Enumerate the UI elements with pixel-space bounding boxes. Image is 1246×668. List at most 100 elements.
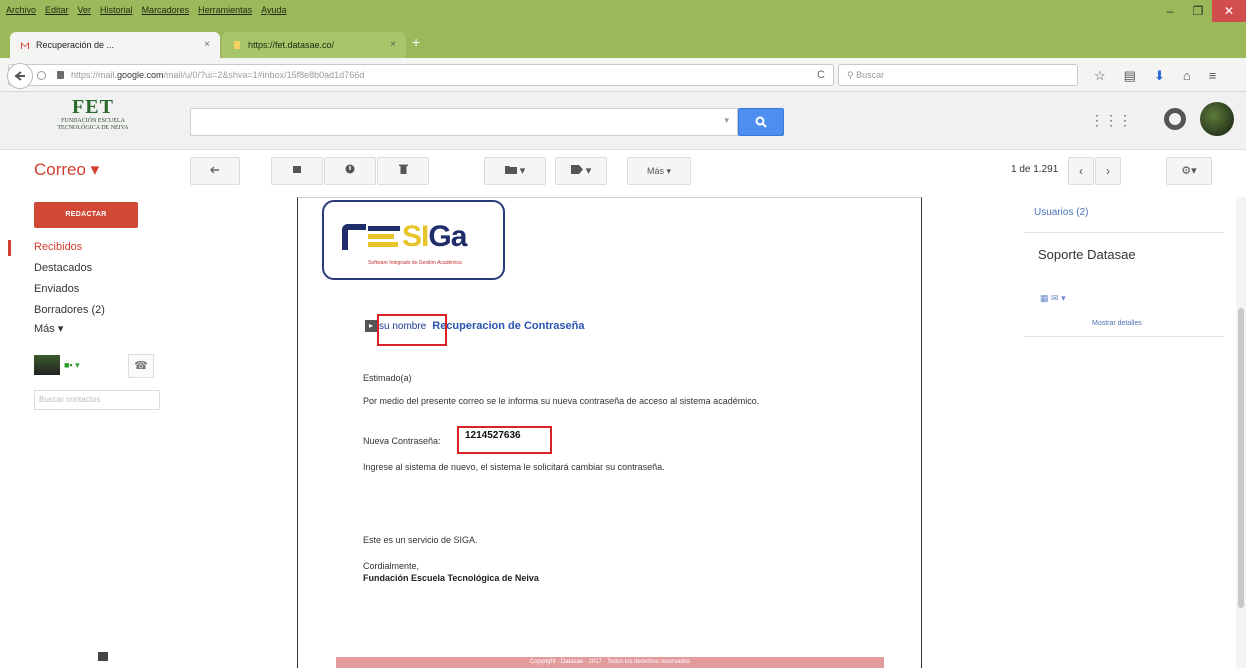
search-icon: ⚲ <box>847 70 857 80</box>
scrollbar-thumb[interactable] <box>1238 308 1244 608</box>
nav-item-enviados[interactable]: Enviados <box>34 283 79 295</box>
search-options-icon[interactable]: ▾ <box>724 115 729 126</box>
navigation-bar: https://mail.google.com/mail/u/0/?ui=2&s… <box>0 58 1246 92</box>
chevron-right-icon: › <box>1106 164 1110 178</box>
users-link[interactable]: Usuarios (2) <box>1034 207 1088 218</box>
browser-toolbar-icons: ☆ ▤ ⬇ ⌂ ≡ <box>1094 68 1216 84</box>
delete-button[interactable] <box>377 157 429 185</box>
sidebar-divider <box>1024 232 1224 233</box>
siga-logo: SIGa Software Integrado de Gestión Acadé… <box>322 200 505 280</box>
window-controls: – ❐ ✕ <box>1156 0 1246 22</box>
browser-menu-bar: Archivo Editar Ver Historial Marcadores … <box>6 5 286 15</box>
newer-button[interactable]: ‹ <box>1068 157 1094 185</box>
siga-wordmark: SIGa <box>402 220 467 253</box>
chat-icon[interactable] <box>98 652 108 661</box>
url-bar[interactable]: https://mail.google.com/mail/u/0/?ui=2&s… <box>7 63 834 89</box>
fet-logo[interactable]: FET FUNDACIÓN ESCUELA TECNOLÓGICA DE NEI… <box>34 96 152 146</box>
arrow-icon: ▸ <box>365 320 377 332</box>
email-footer-bar: Copyright · Datasae · 2017 · Todos los d… <box>336 657 884 668</box>
compose-button[interactable]: REDACTAR <box>34 202 138 228</box>
back-button[interactable] <box>7 63 33 89</box>
service-text: Este es un servicio de SIGA. <box>363 535 478 545</box>
menu-historial[interactable]: Historial <box>100 5 133 15</box>
trash-icon <box>398 164 408 174</box>
hangouts-avatar[interactable] <box>34 355 60 375</box>
archive-icon <box>293 166 301 173</box>
siga-mark <box>342 224 366 250</box>
chevron-down-icon: ▾ <box>1191 165 1197 177</box>
menu-marcadores[interactable]: Marcadores <box>142 5 190 15</box>
minimize-button[interactable]: – <box>1156 0 1184 22</box>
page-icon <box>234 41 240 49</box>
settings-button[interactable]: ⚙▾ <box>1166 157 1212 185</box>
search-placeholder: Buscar <box>856 70 885 80</box>
body-paragraph: Por medio del presente correo se le info… <box>363 396 760 406</box>
tab-recuperacion[interactable]: Recuperación de ... × <box>10 32 220 58</box>
close-window-button[interactable]: ✕ <box>1212 0 1246 22</box>
gmail-search-button[interactable] <box>738 108 784 136</box>
avatar[interactable] <box>1200 102 1234 136</box>
folder-icon <box>504 166 517 174</box>
apps-grid-icon[interactable]: ⋮⋮⋮ <box>1090 112 1132 129</box>
reload-button[interactable]: C <box>817 65 825 85</box>
sidebar-divider <box>1024 336 1224 337</box>
new-tab-button[interactable]: + <box>412 34 420 50</box>
contact-name: Soporte Datasae <box>1038 247 1136 262</box>
tab-label: https://fet.datasae.co/ <box>248 40 335 50</box>
download-icon[interactable]: ⬇ <box>1154 68 1165 84</box>
back-arrow-icon <box>14 71 25 81</box>
chevron-down-icon[interactable]: ▾ <box>1061 293 1066 303</box>
highlight-box-name <box>377 314 447 346</box>
active-indicator <box>8 240 11 256</box>
bookmark-star-icon[interactable]: ☆ <box>1094 68 1106 84</box>
labels-button[interactable]: ▾ <box>555 157 607 185</box>
browser-search-box[interactable]: ⚲ Buscar <box>838 64 1078 86</box>
report-spam-icon <box>345 164 355 174</box>
menu-ver[interactable]: Ver <box>78 5 92 15</box>
email-title: Recuperacion de Contraseña <box>432 320 585 332</box>
gmail-search-input[interactable]: ▾ <box>190 108 738 136</box>
nav-item-destacados[interactable]: Destacados <box>34 262 92 274</box>
more-button[interactable]: Más ▾ <box>627 157 691 185</box>
chevron-down-icon: ▾ <box>585 165 592 177</box>
spam-button[interactable] <box>324 157 376 185</box>
hamburger-menu-icon[interactable]: ≡ <box>1209 68 1217 84</box>
show-details-link[interactable]: Mostrar detalles <box>1092 320 1142 327</box>
email-icon[interactable]: ✉ <box>1051 293 1059 303</box>
menu-ayuda[interactable]: Ayuda <box>261 5 286 15</box>
notifications-icon[interactable] <box>1164 108 1186 130</box>
contact-search-input[interactable]: Buscar contactos <box>34 390 160 410</box>
logo-title: FET <box>72 96 114 118</box>
move-to-button[interactable]: ▾ <box>484 157 546 185</box>
greeting: Estimado(a) <box>363 373 412 383</box>
label-tag-icon <box>570 165 583 174</box>
closing-text: Cordialmente, <box>363 561 420 571</box>
menu-archivo[interactable]: Archivo <box>6 5 36 15</box>
back-to-inbox-button[interactable] <box>190 157 240 185</box>
menu-editar[interactable]: Editar <box>45 5 69 15</box>
menu-herramientas[interactable]: Herramientas <box>198 5 252 15</box>
contact-card-icon[interactable]: ▦ <box>1040 293 1049 303</box>
chevron-left-icon: ‹ <box>1079 164 1083 178</box>
browser-title-bar: Archivo Editar Ver Historial Marcadores … <box>0 0 1246 28</box>
tab-close-icon[interactable]: × <box>390 32 396 58</box>
siga-tagline: Software Integrado de Gestión Académica <box>368 260 462 266</box>
gmail-header: FET FUNDACIÓN ESCUELA TECNOLÓGICA DE NEI… <box>0 92 1246 150</box>
nav-item-borradores[interactable]: Borradores (2) <box>34 304 105 316</box>
tab-close-icon[interactable]: × <box>204 32 210 58</box>
home-icon[interactable]: ⌂ <box>1183 68 1191 84</box>
phone-icon[interactable]: ☎ <box>128 354 154 378</box>
correo-menu[interactable]: Correo ▾ <box>34 160 99 180</box>
nav-item-recibidos[interactable]: Recibidos <box>34 241 82 253</box>
tab-datasae[interactable]: https://fet.datasae.co/ × <box>222 32 406 58</box>
gear-icon: ⚙ <box>1181 165 1192 177</box>
archive-button[interactable] <box>271 157 323 185</box>
nav-item-mas[interactable]: Más ▾ <box>34 322 63 335</box>
highlight-box-password <box>457 426 552 454</box>
maximize-button[interactable]: ❐ <box>1184 0 1212 22</box>
logo-subtitle-1: FUNDACIÓN ESCUELA <box>61 118 125 124</box>
video-status-icon[interactable]: ■▪ ▾ <box>64 360 80 371</box>
older-button[interactable]: › <box>1095 157 1121 185</box>
info-icon <box>37 71 46 80</box>
library-icon[interactable]: ▤ <box>1124 68 1136 84</box>
